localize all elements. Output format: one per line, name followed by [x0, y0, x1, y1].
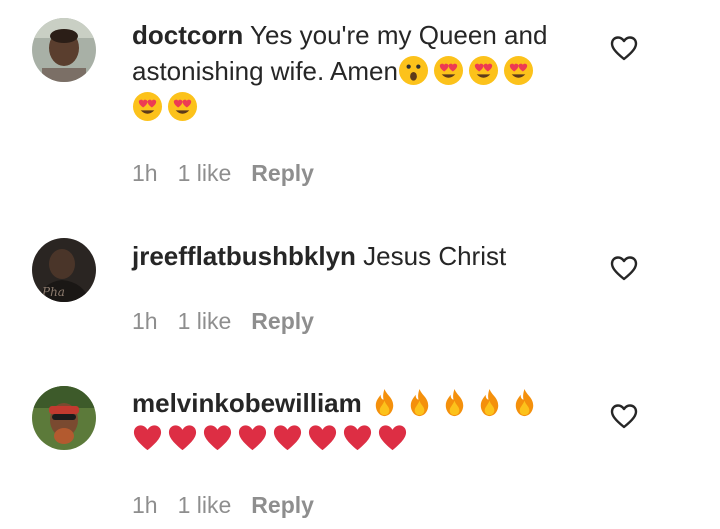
heart-eyes-face-icon — [433, 55, 464, 86]
reply-button[interactable]: Reply — [251, 160, 314, 186]
comment-time: 1h — [132, 308, 158, 334]
red-heart-icon — [202, 423, 233, 454]
fire-icon — [404, 387, 435, 418]
red-heart-icon — [342, 423, 373, 454]
heart-eyes-face-icon — [503, 55, 534, 86]
red-heart-icon — [272, 423, 303, 454]
comment-text: Jesus Christ — [363, 241, 507, 271]
reply-button[interactable]: Reply — [251, 492, 314, 518]
fire-icon — [474, 387, 505, 418]
comment-username[interactable]: jreefflatbushbklyn — [132, 241, 356, 271]
comment-likes[interactable]: 1 like — [178, 492, 232, 518]
fire-icon — [509, 387, 540, 418]
avatar[interactable] — [32, 386, 96, 450]
heart-eyes-face-icon — [132, 91, 163, 122]
avatar[interactable]: Pha — [32, 238, 96, 302]
red-heart-icon — [167, 423, 198, 454]
avatar[interactable] — [32, 18, 96, 82]
comment-time: 1h — [132, 492, 158, 518]
fire-icon — [369, 387, 400, 418]
comment-username[interactable]: doctcorn — [132, 20, 243, 50]
comment-body: doctcorn Yes you're my Queen and astonis… — [132, 17, 582, 125]
svg-text:Pha: Pha — [41, 285, 65, 299]
comment-time: 1h — [132, 160, 158, 186]
comment-username[interactable]: melvinkobewilliam — [132, 388, 362, 418]
comment-likes[interactable]: 1 like — [178, 160, 232, 186]
like-heart-icon[interactable] — [610, 35, 638, 61]
fire-icon — [439, 387, 470, 418]
comment-body: melvinkobewilliam — [132, 385, 582, 457]
comment-body: jreefflatbushbklyn Jesus Christ — [132, 238, 582, 274]
red-heart-icon — [377, 423, 408, 454]
red-heart-icon — [307, 423, 338, 454]
red-heart-icon — [132, 423, 163, 454]
comment-meta: 1h 1 like Reply — [132, 490, 334, 520]
surprised-face-icon — [398, 55, 429, 86]
red-heart-icon — [237, 423, 268, 454]
like-heart-icon[interactable] — [610, 403, 638, 429]
comment-meta: 1h 1 like Reply — [132, 306, 334, 336]
heart-eyes-face-icon — [468, 55, 499, 86]
reply-button[interactable]: Reply — [251, 308, 314, 334]
comment-likes[interactable]: 1 like — [178, 308, 232, 334]
like-heart-icon[interactable] — [610, 255, 638, 281]
comment-meta: 1h 1 like Reply — [132, 158, 334, 188]
heart-eyes-face-icon — [167, 91, 198, 122]
